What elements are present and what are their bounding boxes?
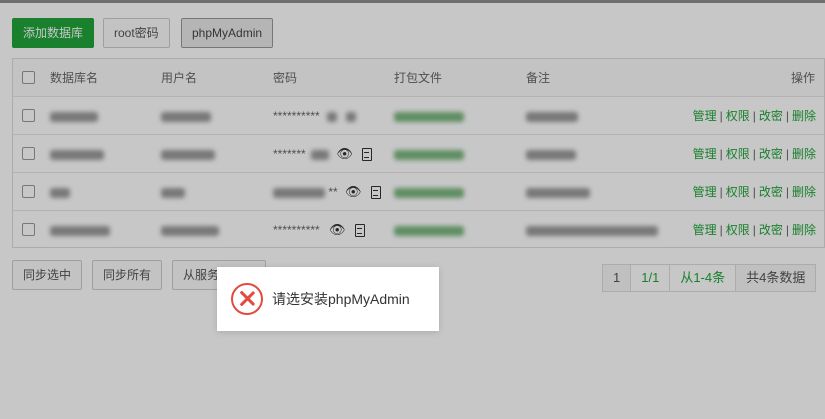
modal-overlay [0, 0, 825, 419]
toast-message: 请选安装phpMyAdmin [272, 291, 410, 307]
error-toast: 请选安装phpMyAdmin [217, 267, 439, 331]
error-x-circle-icon [231, 283, 263, 315]
